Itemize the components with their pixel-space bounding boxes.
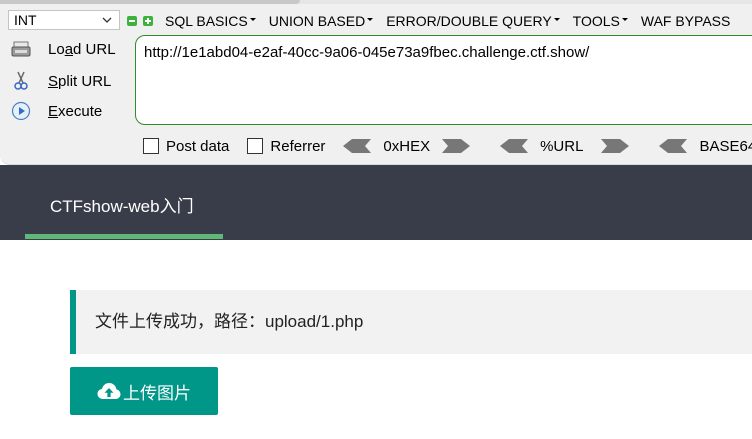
top-navbar: CTFshow-web入门 — [0, 165, 752, 240]
caret-down-icon — [249, 17, 256, 21]
url-textarea[interactable]: http://1e1abd04-e2af-40cc-9a06-045e73a9f… — [135, 35, 752, 125]
caret-down-icon — [553, 17, 560, 21]
nav-active-indicator — [25, 234, 223, 239]
execute-button[interactable]: Execute — [10, 100, 102, 122]
scissors-icon — [10, 70, 32, 92]
arrow-right-icon[interactable] — [442, 139, 471, 153]
cloud-upload-icon — [97, 383, 121, 399]
hex-label: 0xHEX — [383, 137, 431, 155]
post-data-label: Post data — [166, 137, 230, 155]
upload-result-notice: 文件上传成功，路径：upload/1.php — [70, 290, 752, 354]
plus-icon[interactable] — [143, 16, 153, 26]
split-url-button[interactable]: Split URL — [10, 70, 111, 92]
execute-label: Execute — [48, 102, 103, 120]
nav-item-ctfshow-web[interactable]: CTFshow-web入门 — [50, 192, 194, 217]
injection-type-select[interactable]: INT — [8, 10, 120, 30]
notice-text: 文件上传成功，路径：upload/1.php — [95, 312, 364, 331]
post-data-option[interactable]: Post data — [143, 138, 229, 155]
load-url-label: Load URL — [48, 40, 116, 58]
menu-error-double-query[interactable]: ERROR/DOUBLE QUERY — [386, 13, 560, 29]
menu-label: ERROR/DOUBLE QUERY — [386, 13, 552, 29]
menu-label: WAF BYPASS — [640, 13, 731, 29]
arrow-right-icon[interactable] — [601, 139, 630, 153]
referrer-checkbox[interactable] — [247, 138, 264, 154]
injection-type-value: INT — [14, 12, 37, 28]
upload-button-label: 上传图片 — [123, 383, 191, 403]
menu-tools[interactable]: TOOLS — [573, 13, 628, 29]
hackbar-grip — [0, 0, 300, 4]
menu-waf-bypass[interactable]: WAF BYPASS — [641, 13, 730, 29]
arrow-left-icon[interactable] — [500, 139, 529, 153]
minus-icon[interactable] — [127, 16, 137, 26]
menu-label: UNION BASED — [268, 13, 366, 29]
load-url-icon — [10, 38, 32, 60]
arrow-left-icon[interactable] — [659, 139, 688, 153]
hackbar-toolbar: INT SQL BASICS UNION BASED ERROR/DOUBLE … — [0, 0, 752, 165]
post-data-checkbox[interactable] — [143, 138, 159, 154]
arrow-left-icon[interactable] — [343, 139, 372, 153]
caret-down-icon — [621, 17, 628, 21]
referrer-label: Referrer — [270, 137, 326, 155]
play-icon — [10, 100, 32, 122]
menu-label: TOOLS — [572, 13, 620, 29]
base64-label: BASE64 — [699, 137, 752, 155]
menu-union-based[interactable]: UNION BASED — [268, 13, 374, 29]
caret-down-icon — [367, 17, 374, 21]
url-encode-label: %URL — [540, 137, 584, 155]
menu-sql-basics[interactable]: SQL BASICS — [165, 13, 256, 29]
hackbar-top-edge — [0, 0, 752, 4]
referrer-option[interactable]: Referrer — [247, 138, 325, 155]
hackbar-options: Post data Referrer 0xHEX %URL BASE64 — [143, 136, 752, 156]
chevron-down-icon — [102, 17, 112, 23]
upload-image-button[interactable]: 上传图片 — [70, 367, 218, 415]
menu-label: SQL BASICS — [165, 13, 248, 29]
load-url-button[interactable]: Load URL — [10, 38, 116, 60]
hackbar-menu: SQL BASICS UNION BASED ERROR/DOUBLE QUER… — [127, 10, 743, 32]
split-url-label: Split URL — [48, 72, 112, 90]
url-value: http://1e1abd04-e2af-40cc-9a06-045e73a9f… — [144, 44, 590, 61]
